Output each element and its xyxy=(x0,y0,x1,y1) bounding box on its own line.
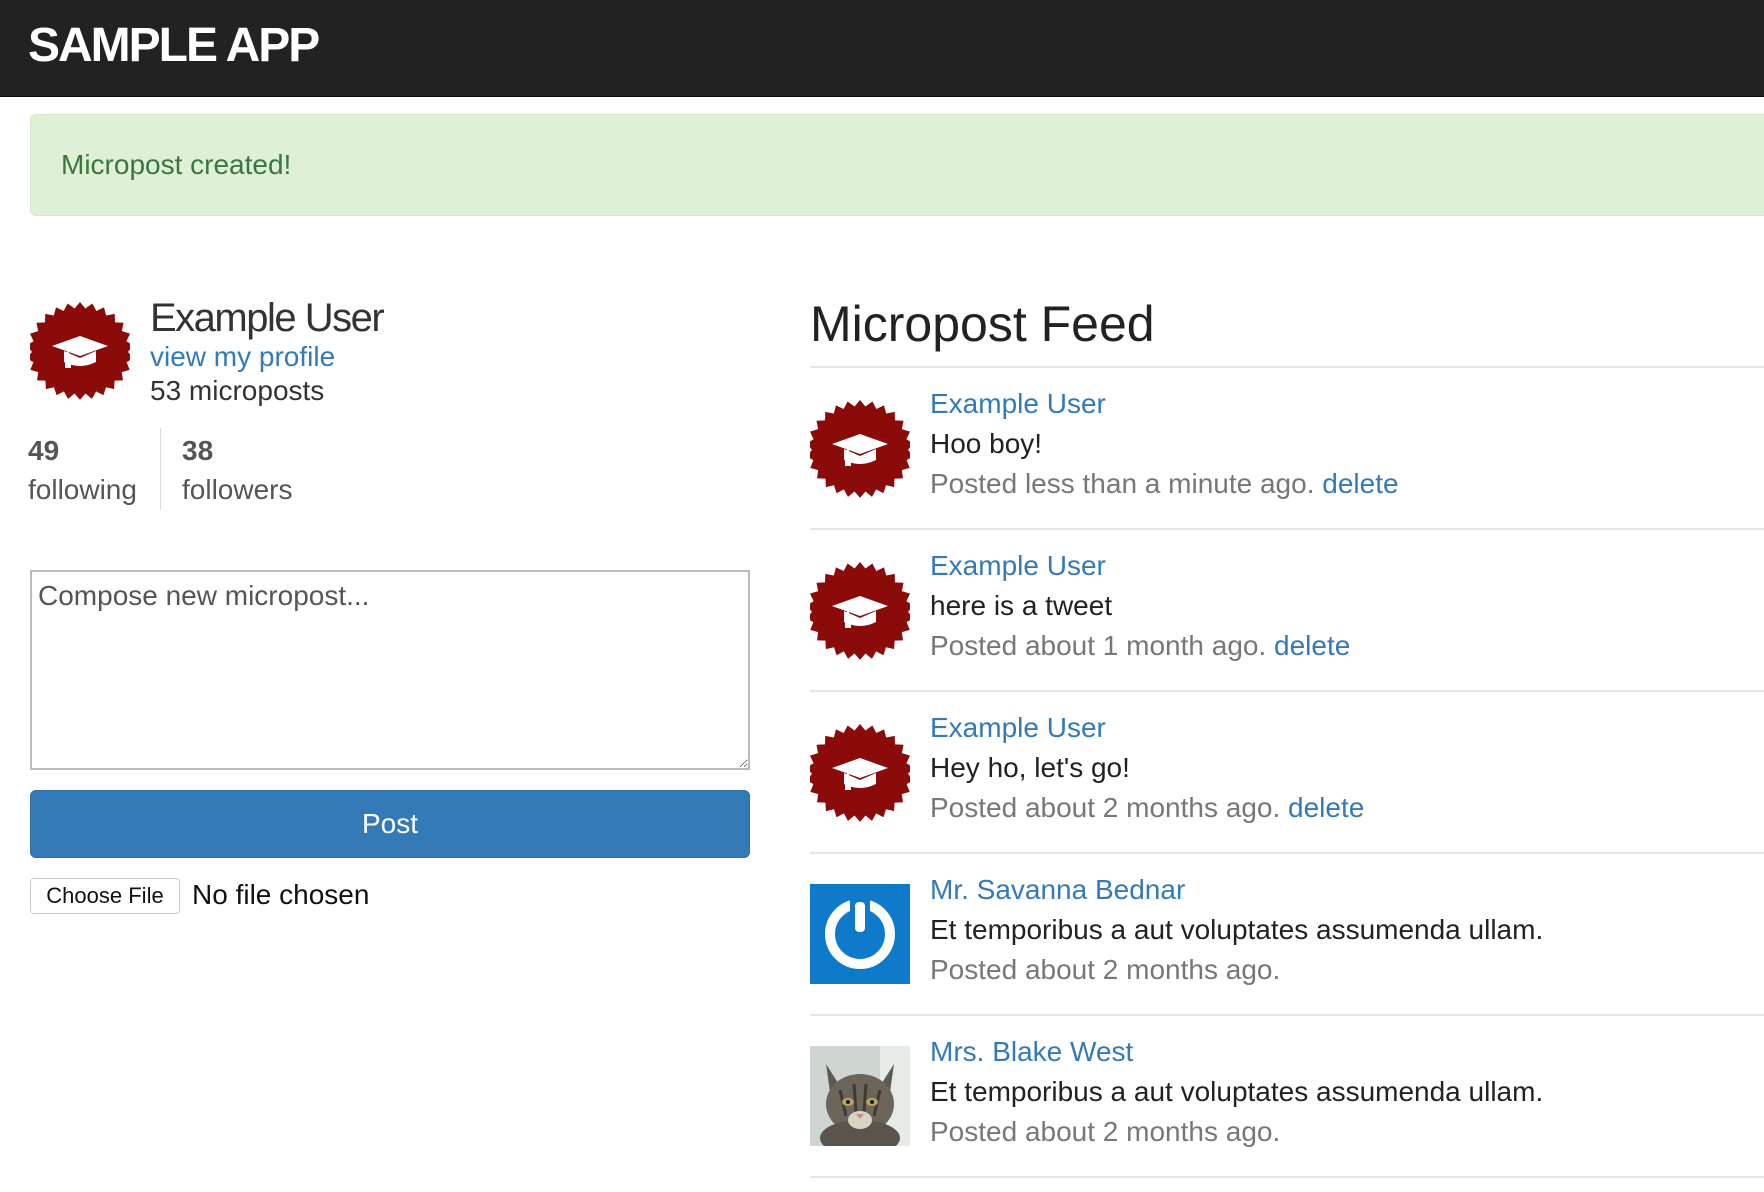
stats-divider xyxy=(160,428,161,510)
following-count: 49 xyxy=(28,435,60,466)
feed-item-timestamp: Posted about 2 months ago. xyxy=(930,1114,1280,1150)
followers-stat[interactable]: 38 followers xyxy=(182,432,292,512)
feed-item: Mrs. Blake West Et temporibus a aut volu… xyxy=(810,1016,1764,1178)
feed-divider xyxy=(810,1176,1764,1178)
feed-item-user-link[interactable]: Example User xyxy=(930,548,1106,584)
graduation-cap-badge-icon[interactable] xyxy=(810,560,910,660)
graduation-cap-badge-icon[interactable] xyxy=(810,722,910,822)
feed-item-timestamp: Posted less than a minute ago. delete xyxy=(930,466,1399,502)
followers-label: followers xyxy=(182,474,293,505)
feed-item-content: Hoo boy! xyxy=(930,428,1043,459)
graduation-cap-badge-icon[interactable] xyxy=(810,398,910,498)
delete-link[interactable]: delete xyxy=(1288,792,1364,823)
feed-item-content: Hey ho, let's go! xyxy=(930,752,1130,783)
feed-item-content: Et temporibus a aut voluptates assumenda… xyxy=(930,914,1544,945)
feed-item-content: here is a tweet xyxy=(930,590,1113,621)
view-profile-link[interactable]: view my profile xyxy=(150,340,335,374)
feed-item-time-text: Posted less than a minute ago. xyxy=(930,468,1315,499)
feed-item-user-link[interactable]: Mrs. Blake West xyxy=(930,1034,1133,1070)
user-avatar-graduation-cap-badge-icon[interactable] xyxy=(30,300,130,400)
choose-file-button[interactable]: Choose File xyxy=(30,878,180,914)
power-symbol-icon[interactable] xyxy=(810,884,910,984)
feed-item: Mr. Savanna Bednar Et temporibus a aut v… xyxy=(810,854,1764,1016)
cat-photo-icon[interactable] xyxy=(810,1046,910,1156)
navbar: SAMPLE APP xyxy=(0,0,1764,97)
feed-item: Example User Hoo boy! Posted less than a… xyxy=(810,368,1764,530)
feed-item-user-link[interactable]: Example User xyxy=(930,710,1106,746)
feed-item-time-text: Posted about 2 months ago. xyxy=(930,954,1281,985)
feed-title: Micropost Feed xyxy=(810,296,1155,352)
following-label: following xyxy=(28,474,137,505)
feed-item-time-text: Posted about 1 month ago. xyxy=(930,630,1267,661)
following-stat[interactable]: 49 following xyxy=(28,432,137,512)
feed-item-time-text: Posted about 2 months ago. xyxy=(930,792,1281,823)
feed-item-timestamp: Posted about 1 month ago. delete xyxy=(930,628,1350,664)
feed-item-user-link[interactable]: Mr. Savanna Bednar xyxy=(930,872,1185,908)
feed-item: Example User here is a tweet Posted abou… xyxy=(810,530,1764,692)
feed-item-timestamp: Posted about 2 months ago. delete xyxy=(930,790,1364,826)
feed-item-user-link[interactable]: Example User xyxy=(930,386,1106,422)
feed-item-time-text: Posted about 2 months ago. xyxy=(930,1116,1281,1147)
no-file-chosen-text: No file chosen xyxy=(192,879,370,910)
app-logo[interactable]: SAMPLE APP xyxy=(28,18,320,74)
post-button[interactable]: Post xyxy=(30,790,750,858)
feed-item-timestamp: Posted about 2 months ago. xyxy=(930,952,1280,988)
followers-count: 38 xyxy=(182,435,214,466)
feed-item-content: Et temporibus a aut voluptates assumenda… xyxy=(930,1076,1544,1107)
flash-message: Micropost created! xyxy=(61,149,292,180)
flash-success: Micropost created! xyxy=(30,114,1764,216)
delete-link[interactable]: delete xyxy=(1274,630,1350,661)
micropost-compose-input[interactable] xyxy=(30,570,750,770)
delete-link[interactable]: delete xyxy=(1322,468,1398,499)
micropost-count: 53 microposts xyxy=(150,375,325,406)
user-name: Example User xyxy=(150,296,385,340)
feed-item: Example User Hey ho, let's go! Posted ab… xyxy=(810,692,1764,854)
